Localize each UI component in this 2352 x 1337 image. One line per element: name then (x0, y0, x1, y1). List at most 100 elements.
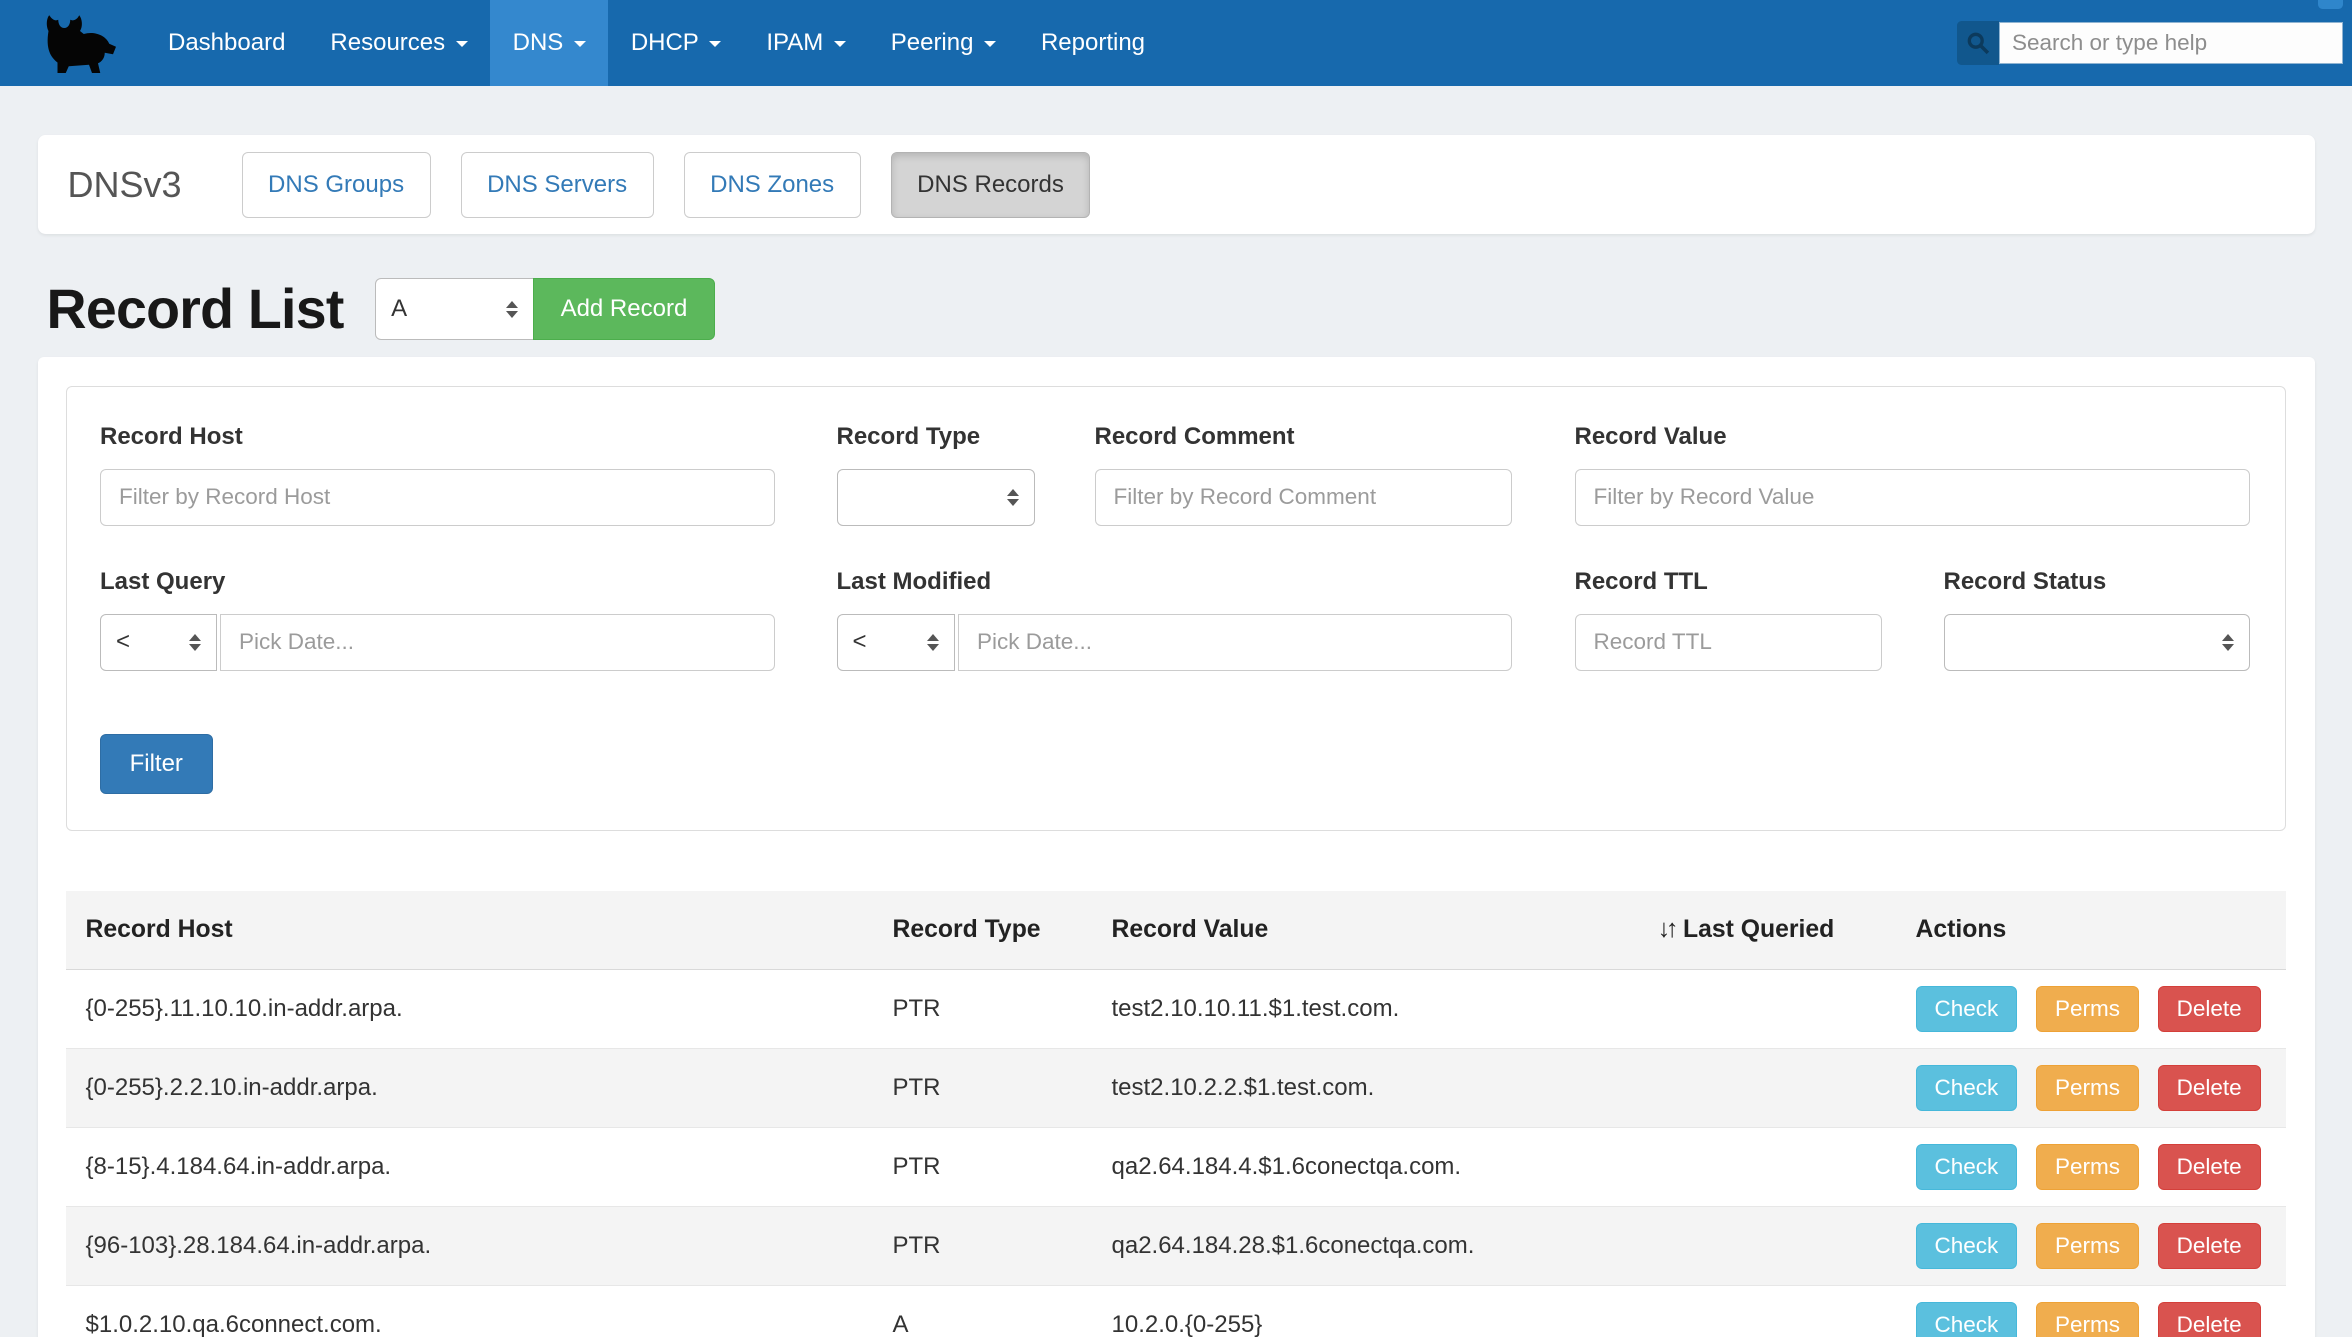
perms-button[interactable]: Perms (2036, 1223, 2139, 1269)
perms-button[interactable]: Perms (2036, 1144, 2139, 1190)
header-record-host: Record Host (66, 891, 873, 970)
nav-label: IPAM (766, 29, 823, 57)
nav-item-ipam[interactable]: IPAM (744, 0, 868, 86)
cell-record-host: {0-255}.11.10.10.in-addr.arpa. (66, 969, 873, 1048)
moose-logo-icon[interactable] (38, 11, 116, 74)
cell-record-host: $1.0.2.10.qa.6connect.com. (66, 1285, 873, 1337)
cell-record-value: qa2.64.184.4.$1.6conectqa.com. (1092, 1127, 1638, 1206)
delete-button[interactable]: Delete (2158, 1223, 2261, 1269)
delete-button[interactable]: Delete (2158, 986, 2261, 1032)
nav-label: DHCP (631, 29, 699, 57)
search-glass-svg (1966, 31, 1990, 55)
nav-item-dns[interactable]: DNS (490, 0, 608, 86)
record-host-label: Record Host (100, 423, 775, 451)
check-button[interactable]: Check (1916, 1065, 2018, 1111)
record-host-filter-input[interactable] (100, 469, 775, 526)
header-last-queried[interactable]: ↓↑ Last Queried (1638, 891, 1896, 970)
check-button[interactable]: Check (1916, 1223, 2018, 1269)
cell-last-queried (1638, 1206, 1896, 1285)
cell-last-queried (1638, 969, 1896, 1048)
filter-submit-button[interactable]: Filter (100, 734, 213, 794)
cell-last-queried (1638, 1048, 1896, 1127)
caret-down-icon (984, 41, 996, 47)
delete-button[interactable]: Delete (2158, 1065, 2261, 1111)
search-input[interactable] (1999, 22, 2343, 65)
cell-record-type: PTR (873, 969, 1092, 1048)
top-navbar: Dashboard Resources DNS DHCP IPAM Peerin… (0, 0, 2352, 86)
cell-record-value: test2.10.10.11.$1.test.com. (1092, 969, 1638, 1048)
cell-actions: Check Perms Delete (1896, 1206, 2286, 1285)
filter-last-modified-group: Last Modified < (837, 568, 1512, 671)
add-record-button[interactable]: Add Record (533, 278, 716, 340)
table-row: $1.0.2.10.qa.6connect.com. A 10.2.0.{0-2… (66, 1285, 2286, 1337)
corner-menu-button[interactable] (2318, 0, 2344, 9)
record-comment-filter-input[interactable] (1095, 469, 1512, 526)
last-query-operator-value: < (116, 628, 130, 656)
search-icon[interactable] (1957, 21, 1999, 65)
main-panel: Record Host Record Type Record Comment R… (38, 357, 2315, 1337)
cell-actions: Check Perms Delete (1896, 969, 2286, 1048)
last-modified-controls: < (837, 614, 1512, 671)
header-record-value: Record Value (1092, 891, 1638, 970)
page-title: Record List (47, 277, 344, 341)
filter-record-ttl-group: Record TTL (1575, 568, 1883, 671)
nav-label: DNS (513, 29, 564, 57)
dns-records-button[interactable]: DNS Records (891, 152, 1091, 218)
filter-record-value-group: Record Value (1575, 423, 2250, 526)
nav-item-dhcp[interactable]: DHCP (608, 0, 744, 86)
cell-record-type: PTR (873, 1127, 1092, 1206)
record-status-label: Record Status (1944, 568, 2250, 596)
cell-record-host: {0-255}.2.2.10.in-addr.arpa. (66, 1048, 873, 1127)
record-value-filter-input[interactable] (1575, 469, 2250, 526)
record-type-label: Record Type (837, 423, 1035, 451)
last-query-operator-select[interactable]: < (100, 614, 217, 671)
filter-record-status-group: Record Status (1944, 568, 2250, 671)
delete-button[interactable]: Delete (2158, 1144, 2261, 1190)
nav-item-reporting[interactable]: Reporting (1018, 0, 1167, 86)
perms-button[interactable]: Perms (2036, 986, 2139, 1032)
last-query-date-input[interactable] (220, 614, 775, 671)
navbar-search (1957, 21, 2343, 65)
cell-record-type: PTR (873, 1048, 1092, 1127)
caret-down-icon (574, 41, 586, 47)
cell-actions: Check Perms Delete (1896, 1127, 2286, 1206)
check-button[interactable]: Check (1916, 1144, 2018, 1190)
caret-down-icon (709, 41, 721, 47)
delete-button[interactable]: Delete (2158, 1302, 2261, 1337)
nav-item-resources[interactable]: Resources (308, 0, 490, 86)
last-query-controls: < (100, 614, 775, 671)
select-arrows-icon (2207, 634, 2234, 651)
dns-subnav-panel: DNSv3 DNS Groups DNS Servers DNS Zones D… (38, 135, 2315, 234)
filter-record-type-group: Record Type (837, 423, 1035, 526)
record-type-filter-select[interactable] (837, 469, 1035, 526)
perms-button[interactable]: Perms (2036, 1302, 2139, 1337)
dns-servers-button[interactable]: DNS Servers (461, 152, 654, 218)
cell-record-value: 10.2.0.{0-255} (1092, 1285, 1638, 1337)
select-arrows-icon (491, 301, 518, 318)
table-header-row: Record Host Record Type Record Value ↓↑L… (66, 891, 2286, 970)
dns-groups-button[interactable]: DNS Groups (242, 152, 431, 218)
select-arrows-icon (912, 634, 939, 651)
nav-item-dashboard[interactable]: Dashboard (146, 0, 308, 86)
page: Dashboard Resources DNS DHCP IPAM Peerin… (0, 0, 2352, 1337)
cell-record-value: test2.10.2.2.$1.test.com. (1092, 1048, 1638, 1127)
last-modified-operator-select[interactable]: < (837, 614, 956, 671)
nav-label: Dashboard (168, 29, 285, 57)
record-type-add-select[interactable]: A (375, 278, 534, 340)
cell-record-host: {96-103}.28.184.64.in-addr.arpa. (66, 1206, 873, 1285)
last-modified-date-input[interactable] (958, 614, 1512, 671)
record-status-filter-select[interactable] (1944, 614, 2250, 671)
check-button[interactable]: Check (1916, 986, 2018, 1032)
record-ttl-filter-input[interactable] (1575, 614, 1883, 671)
perms-button[interactable]: Perms (2036, 1065, 2139, 1111)
nav-item-peering[interactable]: Peering (868, 0, 1018, 86)
dns-zones-button[interactable]: DNS Zones (684, 152, 861, 218)
cell-actions: Check Perms Delete (1896, 1285, 2286, 1337)
check-button[interactable]: Check (1916, 1302, 2018, 1337)
cell-last-queried (1638, 1127, 1896, 1206)
header-actions: Actions (1896, 891, 2286, 970)
select-arrows-icon (992, 489, 1019, 506)
header-last-queried-label: Last Queried (1683, 916, 1834, 943)
sort-icon[interactable]: ↓↑ (1658, 915, 1675, 943)
cell-last-queried (1638, 1285, 1896, 1337)
